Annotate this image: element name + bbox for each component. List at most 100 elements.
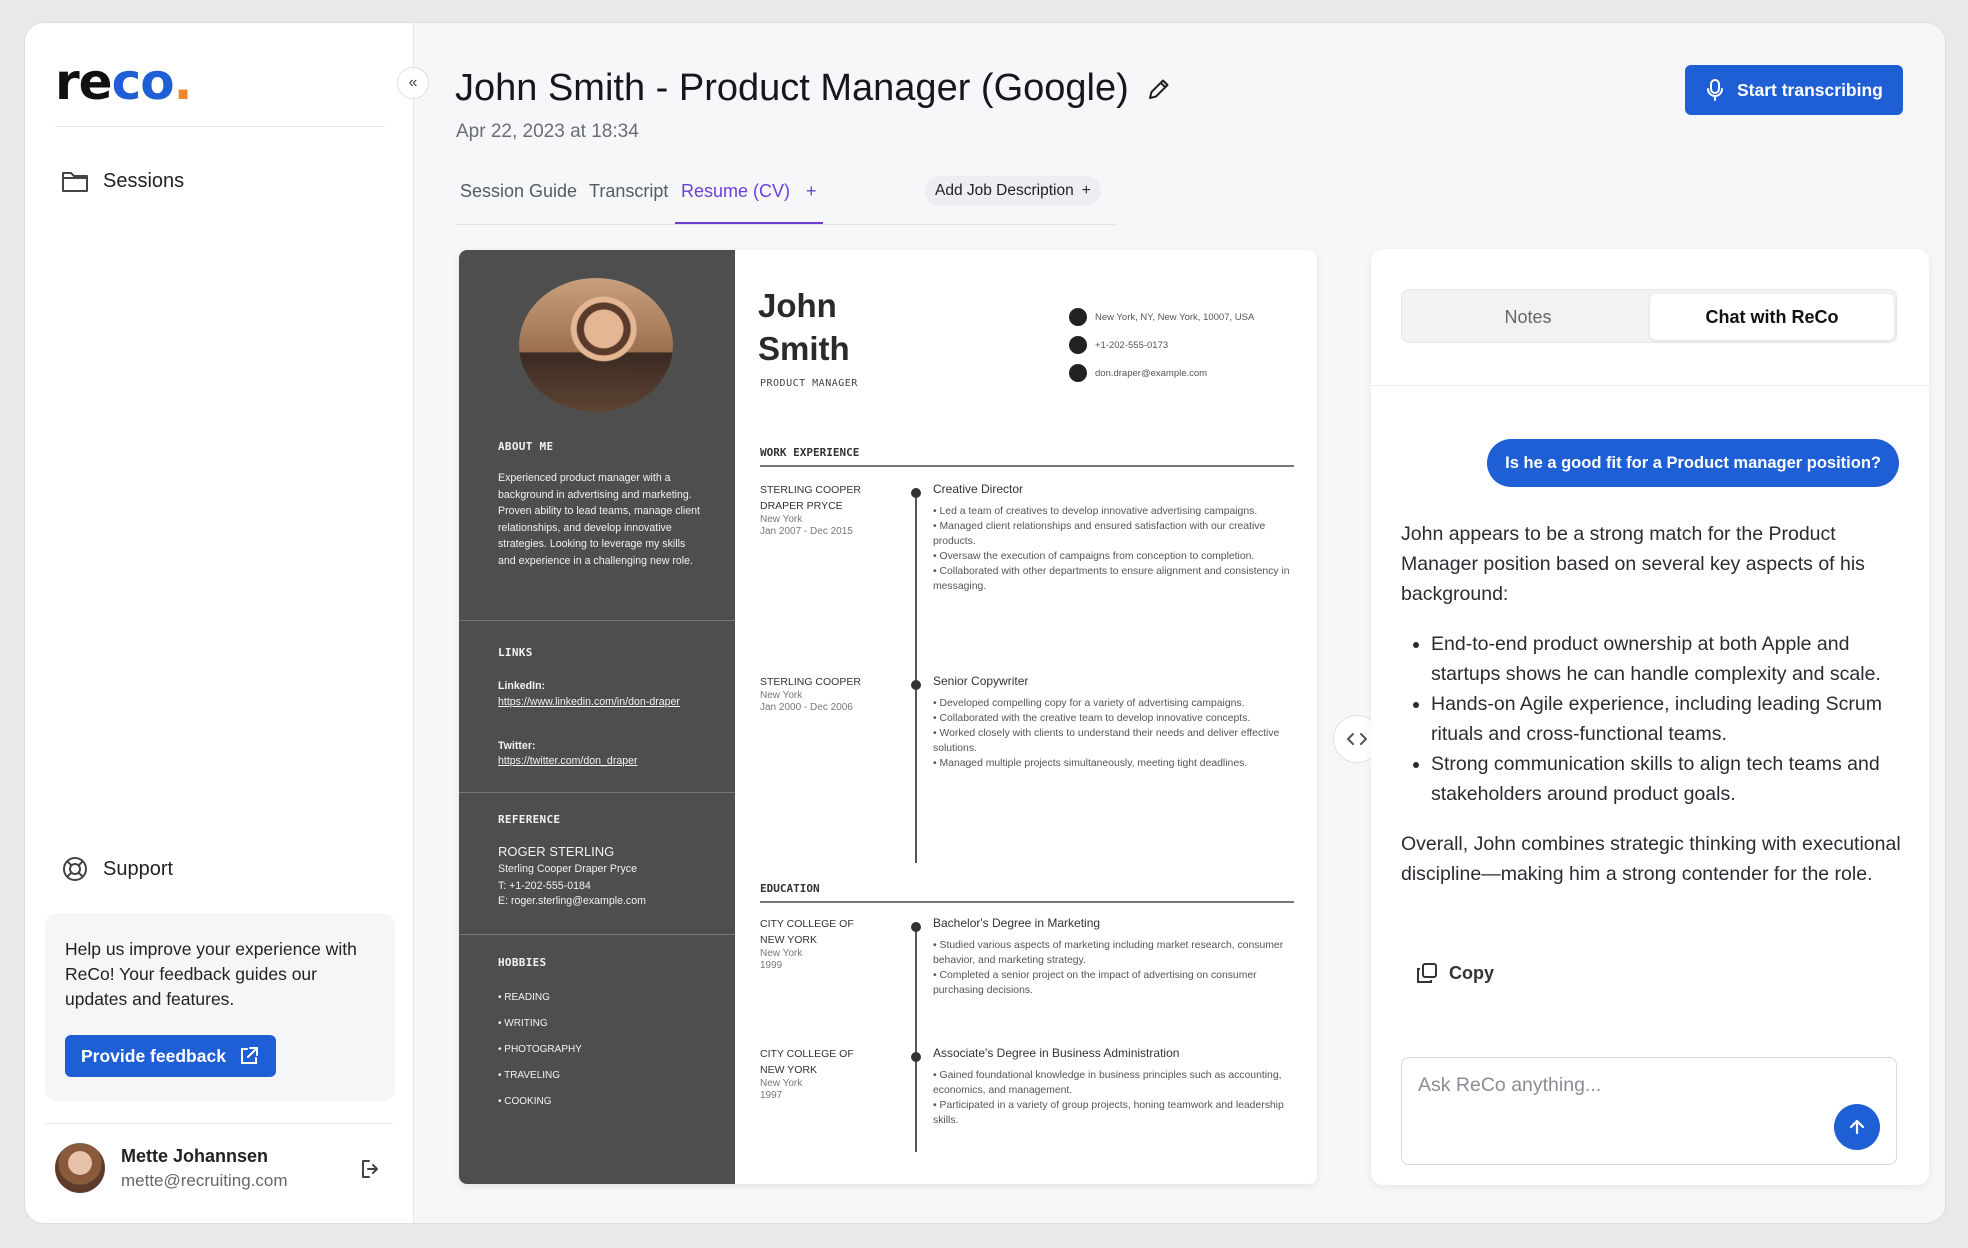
plus-icon[interactable]: + (806, 181, 817, 202)
timeline-line (915, 922, 917, 1152)
logout-icon[interactable] (359, 1157, 383, 1181)
ask-input[interactable] (1418, 1074, 1880, 1097)
page-title: John Smith - Product Manager (Google) (455, 67, 1173, 110)
feedback-button-label: Provide feedback (81, 1045, 226, 1066)
linkedin-link[interactable]: https://www.linkedin.com/in/don-draper (498, 694, 698, 711)
reco-logo[interactable]: reco. (55, 53, 193, 111)
linkedin-label: LinkedIn: (498, 680, 546, 692)
links-heading: LINKS (498, 646, 533, 659)
collapse-sidebar-button[interactable]: « (397, 67, 429, 99)
hobby-item: • PHOTOGRAPHY (498, 1044, 582, 1055)
reference-company: Sterling Cooper Draper Pryce (498, 863, 637, 875)
edu-org: CITY COLLEGE OF NEW YORK New York 1997 (760, 1046, 880, 1102)
chat-panel: Notes Chat with ReCo Is he a good fit fo… (1371, 249, 1929, 1185)
tab-session-guide[interactable]: Session Guide (460, 181, 577, 202)
start-transcribing-label: Start transcribing (1737, 79, 1883, 100)
divider (459, 792, 735, 793)
resume-sidebar: ABOUT ME Experienced product manager wit… (459, 250, 735, 1184)
logo-dot: . (173, 53, 193, 111)
feedback-card: Help us improve your experience with ReC… (45, 913, 395, 1101)
job-bullets: • Developed compelling copy for a variet… (933, 698, 1280, 769)
twitter-link[interactable]: https://twitter.com/don_draper (498, 753, 703, 770)
tab-transcript[interactable]: Transcript (589, 181, 668, 202)
org-name: STERLING COOPER (760, 676, 861, 688)
sidebar: reco. Sessions Support Help us improve y… (25, 23, 414, 1223)
hobby-item: • COOKING (498, 1096, 552, 1107)
folder-icon (62, 172, 88, 192)
resume-preview[interactable]: ABOUT ME Experienced product manager wit… (459, 250, 1317, 1184)
hobby-item: • WRITING (498, 1018, 548, 1029)
candidate-role: PRODUCT MANAGER (760, 378, 858, 389)
first-name: John (758, 287, 837, 324)
org-dates: Jan 2007 - Dec 2015 (760, 526, 853, 537)
email-text: don.draper@example.com (1095, 367, 1208, 379)
start-transcribing-button[interactable]: Start transcribing (1685, 65, 1903, 115)
sidebar-item-support[interactable]: Support (61, 855, 173, 883)
user-divider (45, 1123, 393, 1124)
logo-text-co: co (111, 53, 175, 111)
tab-chat-with-reco[interactable]: Chat with ReCo (1650, 294, 1894, 340)
work-experience-heading: WORK EXPERIENCE (760, 446, 1294, 467)
job-entry: Creative Director • Led a team of creati… (933, 482, 1299, 594)
timeline-dot (911, 680, 921, 690)
contact-phone: +1-202-555-0173 (1069, 336, 1168, 354)
location-pin-icon (1069, 308, 1087, 326)
answer-points: End-to-end product ownership at both App… (1431, 629, 1901, 809)
candidate-name: John Smith (758, 284, 850, 370)
timeline-dot (911, 922, 921, 932)
code-arrows-icon (1347, 733, 1367, 745)
chat-composer (1401, 1057, 1897, 1165)
app-window: reco. Sessions Support Help us improve y… (24, 22, 1946, 1224)
contact-address: New York, NY, New York, 10007, USA (1069, 308, 1254, 326)
copy-icon (1417, 963, 1437, 983)
arrow-up-icon (1849, 1119, 1865, 1135)
hobbies-heading: HOBBIES (498, 956, 547, 969)
education-entry: Associate's Degree in Business Administr… (933, 1046, 1299, 1128)
external-link-icon (240, 1047, 258, 1064)
edu-org: CITY COLLEGE OF NEW YORK New York 1999 (760, 916, 880, 972)
org-name: CITY COLLEGE OF NEW YORK (760, 918, 854, 946)
pencil-icon[interactable] (1145, 75, 1173, 103)
degree-title: Bachelor's Degree in Marketing (933, 916, 1101, 930)
about-text: Experienced product manager with a backg… (498, 472, 700, 567)
session-tabs: Session Guide Transcript Resume (CV) + A… (455, 173, 1115, 225)
job-title: Creative Director (933, 482, 1024, 496)
degree-bullets: • Studied various aspects of marketing i… (933, 940, 1284, 996)
answer-outro: Overall, John combines strategic thinkin… (1401, 833, 1901, 885)
sidebar-item-label: Sessions (103, 169, 185, 192)
send-button[interactable] (1834, 1104, 1880, 1150)
sidebar-item-sessions[interactable]: Sessions (61, 169, 184, 193)
degree-bullets: • Gained foundational knowledge in busin… (933, 1070, 1284, 1126)
add-job-description-label: Add Job Description (935, 182, 1074, 199)
about-heading: ABOUT ME (498, 440, 554, 453)
job-org: STERLING COOPER New York Jan 2000 - Dec … (760, 674, 880, 714)
reference-email: E: roger.sterling@example.com (498, 895, 646, 907)
session-title: John Smith - Product Manager (Google) (455, 67, 1129, 109)
answer-point: Strong communication skills to align tec… (1431, 749, 1901, 809)
answer-intro: John appears to be a strong match for th… (1401, 523, 1865, 605)
contact-email: don.draper@example.com (1069, 364, 1207, 382)
copy-button[interactable]: Copy (1415, 961, 1494, 985)
education-entry: Bachelor's Degree in Marketing • Studied… (933, 916, 1299, 998)
job-entry: Senior Copywriter • Developed compelling… (933, 674, 1299, 771)
org-name: STERLING COOPER DRAPER PRYCE (760, 484, 861, 512)
assistant-message: John appears to be a strong match for th… (1401, 519, 1901, 889)
user-profile[interactable]: Mette Johannsen mette@recruiting.com (55, 1143, 288, 1193)
avatar (55, 1143, 105, 1193)
answer-point: Hands-on Agile experience, including lea… (1431, 689, 1901, 749)
org-place: New York (760, 514, 803, 525)
degree-title: Associate's Degree in Business Administr… (933, 1046, 1180, 1060)
org-dates: 1999 (760, 960, 783, 971)
timeline-line (915, 488, 917, 863)
timeline-dot (911, 488, 921, 498)
hobby-item: • READING (498, 992, 550, 1003)
provide-feedback-button[interactable]: Provide feedback (65, 1035, 276, 1077)
org-dates: 1997 (760, 1090, 783, 1101)
phone-text: +1-202-555-0173 (1095, 339, 1169, 351)
tab-notes[interactable]: Notes (1406, 294, 1650, 340)
add-job-description-button[interactable]: Add Job Description + (925, 176, 1101, 206)
tab-resume[interactable]: Resume (CV) + (675, 181, 823, 224)
answer-point: End-to-end product ownership at both App… (1431, 629, 1901, 689)
chat-divider (1371, 385, 1929, 386)
user-message: Is he a good fit for a Product manager p… (1487, 439, 1899, 487)
